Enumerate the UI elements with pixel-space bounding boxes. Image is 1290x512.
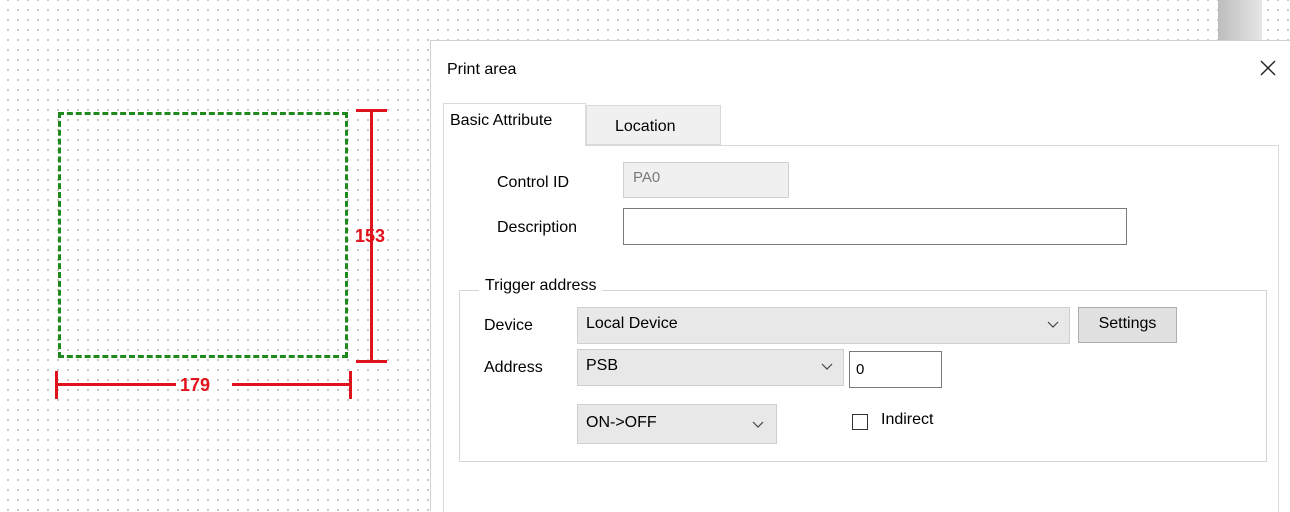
address-label: Address [484, 359, 543, 376]
width-dimension-line-left [56, 383, 176, 386]
scrollbar-thumb[interactable] [1218, 0, 1262, 40]
control-id-label: Control ID [497, 174, 570, 191]
close-icon[interactable] [1257, 57, 1279, 79]
trigger-mode-value: ON->OFF [586, 414, 657, 431]
width-dimension-left-cap [55, 371, 58, 399]
device-label: Device [484, 317, 533, 334]
trigger-address-legend: Trigger address [479, 277, 603, 295]
print-area-dialog: Print area Basic Attribute Location Cont… [430, 40, 1290, 512]
width-dimension-label: 179 [180, 375, 211, 395]
chevron-down-icon [821, 363, 833, 370]
trigger-mode-select[interactable]: ON->OFF [577, 404, 777, 444]
indirect-label: Indirect [881, 411, 934, 428]
device-select-value: Local Device [586, 315, 678, 332]
device-select[interactable]: Local Device [577, 307, 1070, 344]
height-dimension-bottom-cap [356, 360, 387, 363]
height-dimension-label: 153 [355, 226, 386, 246]
tab-basic-attribute[interactable]: Basic Attribute [443, 103, 586, 146]
description-input[interactable] [623, 208, 1127, 245]
chevron-down-icon [752, 421, 764, 428]
description-label: Description [497, 219, 578, 236]
address-type-value: PSB [586, 357, 619, 374]
control-id-field: PA0 [623, 162, 789, 198]
dialog-title: Print area [447, 61, 517, 78]
height-dimension-top-cap [356, 109, 387, 112]
width-dimension-line-right [232, 383, 352, 386]
print-area-element[interactable] [58, 112, 348, 358]
address-value-input[interactable] [849, 351, 942, 388]
width-dimension-right-cap [349, 371, 352, 399]
chevron-down-icon [1047, 321, 1059, 328]
settings-button[interactable]: Settings [1078, 307, 1177, 343]
indirect-checkbox[interactable] [852, 414, 868, 430]
tab-location[interactable]: Location [586, 105, 721, 145]
address-type-select[interactable]: PSB [577, 349, 844, 386]
